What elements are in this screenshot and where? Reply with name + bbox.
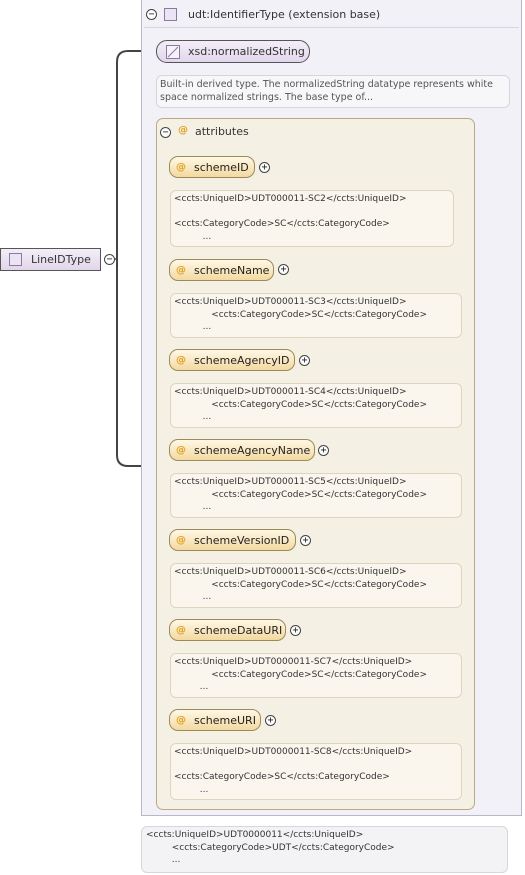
attribute-icon: @ bbox=[176, 161, 186, 173]
root-type-documentation: <ccts:UniqueID>UDT0000011</ccts:UniqueID… bbox=[141, 826, 508, 873]
attribute-icon: @ bbox=[176, 354, 186, 366]
attribute-name: schemeDataURI bbox=[194, 623, 283, 637]
attribute-node[interactable]: @ schemeURI bbox=[169, 709, 261, 731]
extension-base-label: udt:IdentifierType (extension base) bbox=[188, 8, 381, 21]
root-type-node[interactable]: LineIDType bbox=[0, 248, 101, 271]
expand-icon[interactable]: + bbox=[265, 715, 276, 726]
attribute-group-icon: @ bbox=[178, 125, 188, 136]
expand-icon[interactable]: + bbox=[300, 535, 311, 546]
attribute-documentation: <ccts:UniqueID>UDT0000011-SC7</ccts:Uniq… bbox=[170, 653, 462, 698]
attributes-collapse-icon[interactable]: − bbox=[160, 127, 171, 138]
expand-icon[interactable]: + bbox=[318, 445, 329, 456]
complex-type-icon bbox=[9, 253, 22, 266]
attribute-name: schemeID bbox=[194, 160, 249, 174]
expand-icon[interactable]: + bbox=[299, 355, 310, 366]
base-type-node[interactable]: xsd:normalizedString bbox=[156, 40, 310, 63]
attribute-icon: @ bbox=[176, 444, 186, 456]
complex-type-icon bbox=[164, 8, 177, 21]
attribute-node[interactable]: @ schemeAgencyName bbox=[169, 439, 315, 461]
attribute-icon: @ bbox=[176, 714, 186, 726]
attribute-name: schemeAgencyName bbox=[194, 443, 311, 457]
attribute-documentation: <ccts:UniqueID>UDT000011-SC3</ccts:Uniqu… bbox=[170, 293, 462, 338]
attribute-node[interactable]: @ schemeVersionID bbox=[169, 529, 296, 551]
attribute-icon: @ bbox=[176, 534, 186, 546]
extension-base-header[interactable]: − udt:IdentifierType (extension base) bbox=[144, 2, 519, 26]
header-divider bbox=[144, 27, 519, 28]
attribute-name: schemeVersionID bbox=[194, 533, 290, 547]
attribute-node[interactable]: @ schemeID bbox=[169, 156, 255, 178]
attribute-documentation: <ccts:UniqueID>UDT000011-SC4</ccts:Uniqu… bbox=[170, 383, 462, 428]
extension-collapse-icon[interactable]: − bbox=[146, 9, 157, 20]
attributes-group-label[interactable]: attributes bbox=[195, 125, 249, 138]
root-collapse-icon[interactable]: − bbox=[104, 254, 115, 265]
attribute-icon: @ bbox=[176, 264, 186, 276]
attribute-node[interactable]: @ schemeDataURI bbox=[169, 619, 286, 641]
base-type-documentation: Built-in derived type. The normalizedStr… bbox=[156, 75, 510, 108]
attribute-documentation: <ccts:UniqueID>UDT000011-SC2</ccts:Uniqu… bbox=[170, 190, 454, 247]
simple-type-icon bbox=[166, 45, 180, 59]
attribute-node[interactable]: @ schemeAgencyID bbox=[169, 349, 295, 371]
expand-icon[interactable]: + bbox=[259, 162, 270, 173]
attribute-icon: @ bbox=[176, 624, 186, 636]
expand-icon[interactable]: + bbox=[290, 625, 301, 636]
root-type-label: LineIDType bbox=[31, 253, 91, 266]
attribute-name: schemeName bbox=[194, 263, 270, 277]
attribute-documentation: <ccts:UniqueID>UDT000011-SC6</ccts:Uniqu… bbox=[170, 563, 462, 608]
attribute-name: schemeURI bbox=[194, 713, 256, 727]
attribute-name: schemeAgencyID bbox=[194, 353, 290, 367]
attribute-documentation: <ccts:UniqueID>UDT000011-SC5</ccts:Uniqu… bbox=[170, 473, 462, 518]
attribute-node[interactable]: @ schemeName bbox=[169, 259, 274, 281]
expand-icon[interactable]: + bbox=[278, 264, 289, 275]
base-type-label: xsd:normalizedString bbox=[188, 45, 305, 58]
attribute-documentation: <ccts:UniqueID>UDT0000011-SC8</ccts:Uniq… bbox=[170, 743, 462, 800]
